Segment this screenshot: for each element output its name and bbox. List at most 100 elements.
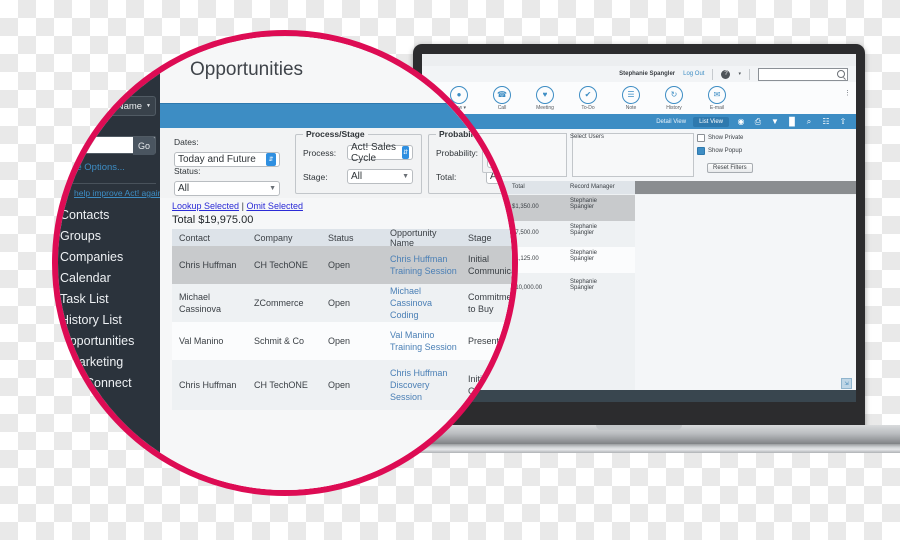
lookup-omit-links: Lookup Selected | Omit Selected [172, 201, 303, 211]
table-row[interactable]: Chris Huffman CH TechONE Open Chris Huff… [172, 246, 517, 284]
heart-icon: ♥ [536, 85, 554, 104]
process-label: Process: [303, 148, 337, 158]
toolbar-item-note[interactable]: ☰ Note [616, 85, 646, 111]
chevron-down-icon: ▼ [402, 173, 409, 180]
detail-view-tab[interactable]: Detail View [656, 119, 686, 125]
col-record-manager: Record Manager [570, 184, 615, 190]
grid-icon[interactable]: ☷ [821, 117, 831, 127]
sidebar-contains-field: Contains: Go [60, 123, 156, 155]
cell-manager: Stephanie Spangler [570, 250, 598, 262]
process-stage-group-label: Process/Stage [303, 129, 368, 139]
scroll-resize-handle[interactable]: ⇲ [841, 378, 852, 389]
table-row[interactable]: Michael Cassinova ZCommerce Open Michael… [172, 284, 512, 322]
print-icon[interactable]: ⎙ [753, 117, 763, 127]
sidebar-nav: Contacts Groups Companies Calendar Task … [60, 205, 170, 436]
status-label: Status: [174, 166, 201, 176]
col-opportunity-name[interactable]: Opportunity Name [383, 228, 461, 248]
cell-status: Open [328, 336, 351, 346]
sidebar-item-contacts[interactable]: Contacts [60, 205, 170, 226]
col-company[interactable]: Company [247, 233, 321, 243]
globe-icon[interactable]: ◉ [736, 117, 746, 127]
log-out-link[interactable]: Log Out [683, 71, 704, 77]
export-icon[interactable]: ⇧ [838, 117, 848, 127]
select-users-link[interactable]: Select Users [570, 134, 604, 140]
cell-opportunity-name[interactable]: Michael Cassinova Coding [383, 285, 461, 321]
status-value: All [178, 183, 190, 194]
col-total: Total [512, 184, 525, 190]
toolbar-item-email[interactable]: ✉ E-mail [702, 85, 732, 111]
stage-select[interactable]: All ▼ [347, 169, 413, 184]
sidebar-item-companies[interactable]: Companies [60, 247, 170, 268]
sidebar-item-reports[interactable]: Reports [60, 394, 170, 415]
process-select[interactable]: Act! Sales Cycle ⇵ [347, 142, 413, 164]
sidebar-item-groups[interactable]: Groups [60, 226, 170, 247]
sidebar-item-opportunities[interactable]: Opportunities [60, 331, 170, 352]
stage-label: Stage: [303, 172, 328, 182]
cell-manager: Stephanie Spangler [570, 198, 598, 210]
cell-company: CH TechONE [254, 260, 308, 270]
sidebar-item-history-list[interactable]: History List [60, 310, 170, 331]
search-icon[interactable]: ⌕ [804, 117, 814, 127]
stage-value: All [351, 171, 363, 182]
toolbar-label: E-mail [709, 104, 725, 111]
sidebar: « Opportunity Field: Opportunity Name ▼ … [58, 37, 162, 490]
chart-icon[interactable]: █ [787, 117, 797, 127]
help-icon[interactable]: ? [721, 69, 731, 79]
sidebar-item-calendar[interactable]: Calendar [60, 268, 170, 289]
contains-input[interactable]: Go [60, 136, 156, 155]
table-row[interactable]: Chris Huffman CH TechONE Open Chris Huff… [172, 360, 512, 410]
collapse-sidebar-icon[interactable]: « [147, 45, 154, 59]
chevron-down-icon[interactable]: ▾ [738, 71, 741, 77]
omit-selected-link[interactable]: Omit Selected [246, 201, 303, 211]
total-mini-value-1: All [491, 136, 503, 147]
cell-company: Schmit & Co [254, 336, 305, 346]
col-stage[interactable]: Stage [461, 233, 512, 243]
global-search-input[interactable] [758, 67, 848, 81]
toolbar-item-meeting[interactable]: ♥ Meeting [530, 85, 560, 111]
search-icon [837, 69, 845, 78]
sidebar-item-dashboard[interactable]: Dashboard [60, 415, 170, 436]
lookup-selected-link[interactable]: Lookup Selected [172, 201, 239, 211]
total-mini-label: Total: [490, 120, 512, 127]
chevron-down-icon: ▼ [146, 103, 151, 109]
opportunity-field-value: Opportunity Name [65, 100, 143, 112]
status-select[interactable]: All ▼ [174, 181, 280, 196]
toolbar-item-history[interactable]: ↻ History [659, 85, 689, 111]
dates-label: Dates: [174, 137, 199, 147]
more-options-link[interactable]: More Options... [60, 162, 125, 173]
sidebar-item-act-connect[interactable]: Act! Connect [60, 373, 170, 394]
opportunity-field-select[interactable]: Opportunity Name ▼ [60, 96, 156, 116]
show-private-label: Show Private [708, 135, 744, 141]
cell-status: Open [328, 298, 351, 308]
note-icon: ☰ [622, 85, 640, 104]
toolbar-item-todo[interactable]: ✔ To-Do [573, 85, 603, 111]
filter-icon[interactable]: ▼ [770, 117, 780, 127]
checkbox-box-checked [697, 147, 705, 155]
col-contact[interactable]: Contact [172, 233, 247, 243]
cell-opportunity-name[interactable]: Chris Huffman Discovery Session [383, 367, 461, 403]
cell-opportunity-name[interactable]: Chris Huffman Training Session [383, 253, 461, 277]
table-row[interactable]: Val Manino Schmit & Co Open Val Manino T… [172, 322, 512, 360]
envelope-icon: ✉ [708, 85, 726, 104]
go-button[interactable]: Go [133, 137, 155, 155]
show-private-checkbox[interactable]: Show Private [697, 134, 743, 142]
process-stage-group: Process/Stage Process: Act! Sales Cycle … [295, 129, 422, 194]
show-popup-checkbox[interactable]: Show Popup [697, 147, 742, 155]
sidebar-item-task-list[interactable]: Task List [60, 289, 170, 310]
toolbar-label: To-Do [581, 104, 595, 111]
divider [712, 68, 714, 80]
sidebar-item-emarketing[interactable]: Emarketing [60, 352, 170, 373]
cell-stage: Initial Communication [468, 254, 517, 276]
help-improve-link[interactable]: help improve Act! again [74, 188, 162, 198]
toolbar-overflow-icon[interactable]: ⋮ [844, 90, 851, 97]
cell-opportunity-name[interactable]: Val Manino Training Session [383, 329, 461, 353]
probability-label: Probability: [436, 148, 479, 158]
total-label: Total: [436, 172, 457, 182]
cell-manager: Stephanie Spangler [570, 224, 598, 236]
reset-filters-button[interactable]: Reset Filters [707, 163, 753, 173]
list-view-tab[interactable]: List View [693, 116, 729, 127]
cell-manager: Stephanie Spangler [570, 279, 598, 291]
col-status[interactable]: Status [321, 233, 383, 243]
cell-contact: Michael Cassinova [179, 292, 222, 314]
cell-contact: Chris Huffman [179, 380, 237, 390]
